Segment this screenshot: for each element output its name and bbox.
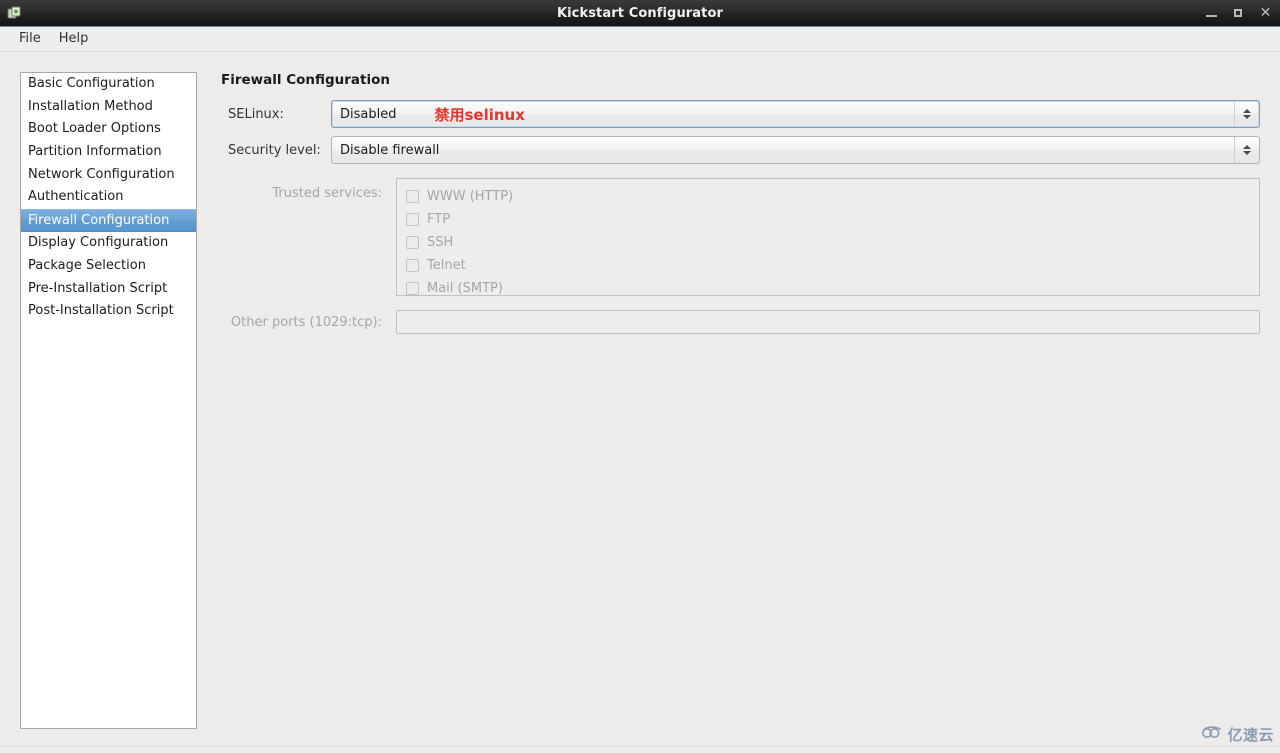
sidebar-item-firewall-configuration[interactable]: Firewall Configuration [21,209,196,233]
other-ports-input[interactable] [396,310,1260,334]
sidebar-item-installation-method[interactable]: Installation Method [21,96,196,119]
chevron-updown-icon[interactable] [1234,101,1259,127]
application-window: Kickstart Configurator ✕ File Help Basic… [0,0,1280,753]
selinux-label: SELinux: [228,106,284,122]
sidebar-item-display-configuration[interactable]: Display Configuration [21,232,196,255]
trusted-services-row: Trusted services: WWW (HTTP) FTP SSH Tel… [221,178,1260,296]
app-icon [6,5,23,22]
menu-bar: File Help [0,27,1280,52]
maximize-button[interactable] [1232,7,1245,20]
checkbox-ssh[interactable] [406,236,419,249]
watermark-text: 亿速云 [1227,726,1274,744]
firewall-configuration-panel: Firewall Configuration SELinux: Disabled… [221,72,1260,334]
trusted-service-item[interactable]: SSH [401,231,1259,254]
trusted-service-item[interactable]: Telnet [401,254,1259,277]
bottom-divider [0,746,1280,747]
checkbox-mail-smtp[interactable] [406,282,419,295]
sidebar-list[interactable]: Basic Configuration Installation Method … [20,72,197,729]
title-bar: Kickstart Configurator ✕ [0,0,1280,27]
selinux-row: SELinux: Disabled 禁用selinux [221,100,1260,128]
checkbox-label-ftp: FTP [427,212,451,227]
trusted-services-box: WWW (HTTP) FTP SSH Telnet Mail (SMTP) [396,178,1260,296]
checkbox-telnet[interactable] [406,259,419,272]
content-area: Basic Configuration Installation Method … [0,52,1280,753]
sidebar-item-boot-loader-options[interactable]: Boot Loader Options [21,118,196,141]
trusted-services-label: Trusted services: [272,186,382,201]
sidebar-item-package-selection[interactable]: Package Selection [21,255,196,278]
security-level-select[interactable]: Disable firewall [331,136,1260,164]
menu-item-file[interactable]: File [10,29,50,49]
security-level-row: Security level: Disable firewall [221,136,1260,164]
sidebar-item-partition-information[interactable]: Partition Information [21,141,196,164]
checkbox-label-ssh: SSH [427,235,454,250]
other-ports-label: Other ports (1029:tcp): [230,314,382,330]
window-title: Kickstart Configurator [556,5,724,21]
sidebar-item-pre-installation-script[interactable]: Pre-Installation Script [21,278,196,301]
minimize-button[interactable] [1205,7,1218,20]
chevron-updown-icon[interactable] [1234,137,1259,163]
security-level-selected-value: Disable firewall [340,142,440,158]
menu-item-help[interactable]: Help [50,29,98,49]
trusted-service-item[interactable]: FTP [401,208,1259,231]
checkbox-label-telnet: Telnet [427,258,466,273]
trusted-service-item[interactable]: WWW (HTTP) [401,185,1259,208]
selinux-annotation: 禁用selinux [434,105,525,124]
window-controls: ✕ [1205,0,1272,27]
other-ports-row: Other ports (1029:tcp): [221,310,1260,334]
trusted-service-item[interactable]: Mail (SMTP) [401,277,1259,300]
sidebar-item-post-installation-script[interactable]: Post-Installation Script [21,300,196,323]
checkbox-ftp[interactable] [406,213,419,226]
watermark: 亿速云 [1201,724,1274,745]
selinux-select[interactable]: Disabled 禁用selinux [331,100,1260,128]
checkbox-www-http[interactable] [406,190,419,203]
security-level-label: Security level: [228,142,321,158]
sidebar-item-network-configuration[interactable]: Network Configuration [21,164,196,187]
sidebar-item-basic-configuration[interactable]: Basic Configuration [21,73,196,96]
checkbox-label-mail-smtp: Mail (SMTP) [427,281,503,296]
page-title: Firewall Configuration [221,72,391,88]
sidebar-item-authentication[interactable]: Authentication [21,186,196,209]
selinux-selected-value: Disabled [340,106,397,122]
cloud-icon [1201,725,1223,744]
close-button[interactable]: ✕ [1259,6,1272,20]
checkbox-label-www-http: WWW (HTTP) [427,189,514,204]
